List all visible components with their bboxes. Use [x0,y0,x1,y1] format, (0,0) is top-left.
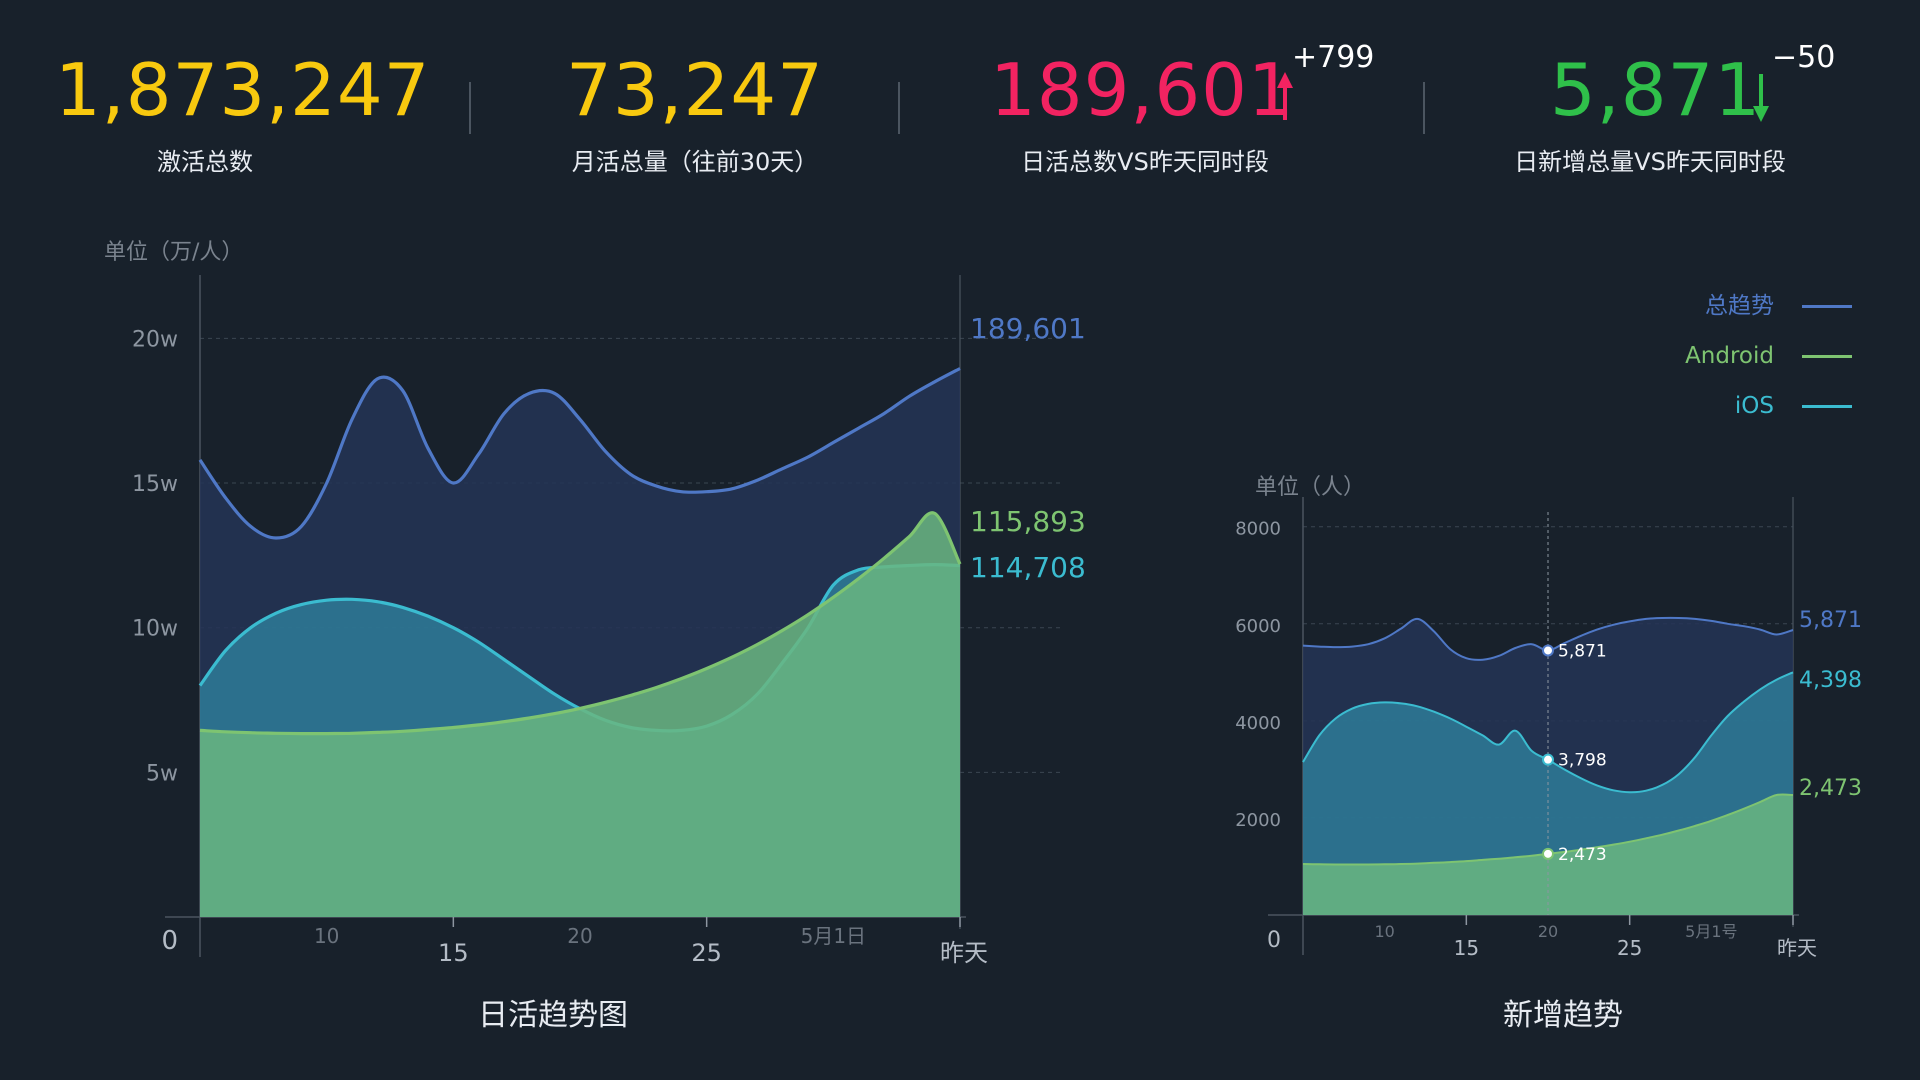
x-tick-label: 25 [691,939,722,967]
x-tick-label: 昨天 [940,939,988,967]
dau-chart-title: 日活趋势图 [478,998,628,1033]
y-tick-label: 6000 [1235,616,1281,637]
series-end-label: 4,398 [1799,668,1862,693]
new-chart-title: 新增趋势 [1503,998,1623,1033]
series-end-label: 189,601 [970,312,1086,345]
series-end-label: 114,708 [970,551,1086,584]
cursor-value-label: 2,473 [1558,845,1607,865]
x-tick-label: 10 [1374,922,1394,941]
x-tick-label: 5月1号 [1685,922,1737,941]
x-tick-label: 20 [1538,922,1558,941]
y-tick-label: 0 [1267,928,1281,953]
series-end-label: 2,473 [1799,776,1862,801]
cursor-value-label: 3,798 [1558,751,1607,771]
cursor-value-label: 5,871 [1558,641,1607,661]
x-tick-label: 昨天 [1777,936,1817,960]
y-tick-label: 20w [132,327,178,352]
y-tick-label: 8000 [1235,519,1281,540]
y-tick-label: 4000 [1235,713,1281,734]
x-tick-label: 20 [567,924,592,948]
cursor-point [1542,753,1554,766]
cursor-point [1542,847,1554,860]
y-tick-label: 0 [161,926,178,956]
y-tick-label: 15w [132,472,178,497]
x-tick-label: 15 [1454,936,1479,960]
y-tick-label: 10w [132,617,178,642]
charts-canvas: 0 5w 10w 15w 20w 10 20 5月1日 15 25 昨天 189,601 115,893… [132,275,1862,967]
x-tick-label: 15 [438,939,469,967]
cursor-point [1542,644,1554,657]
y-tick-label: 2000 [1235,810,1281,831]
x-tick-label: 10 [314,924,339,948]
x-tick-label: 25 [1617,936,1642,960]
series-end-label: 5,871 [1799,608,1862,633]
series-end-label: 115,893 [970,505,1086,538]
y-tick-label: 5w [146,761,178,786]
x-tick-label: 5月1日 [801,924,866,948]
